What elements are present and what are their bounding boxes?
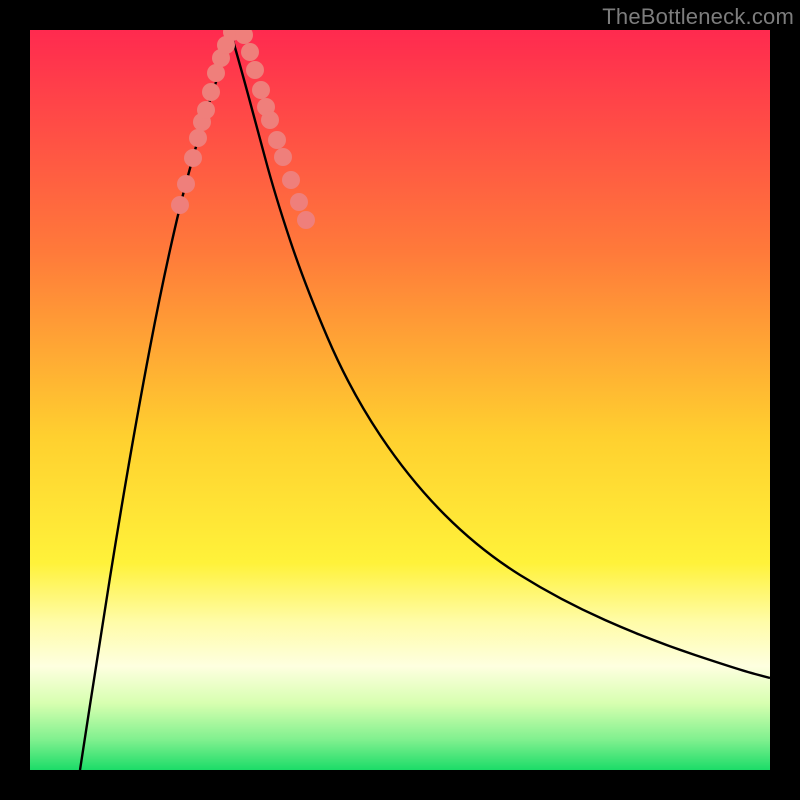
curve-left-branch [80, 30, 230, 770]
watermark-text: TheBottleneck.com [602, 4, 794, 30]
data-marker [282, 171, 300, 189]
figure-frame: TheBottleneck.com [0, 0, 800, 800]
curve-right-branch [230, 30, 770, 678]
data-marker [268, 131, 286, 149]
curves-layer [30, 30, 770, 770]
plot-area [30, 30, 770, 770]
data-marker [297, 211, 315, 229]
data-marker [171, 196, 189, 214]
data-marker [202, 83, 220, 101]
data-marker [177, 175, 195, 193]
data-marker [246, 61, 264, 79]
data-marker [274, 148, 292, 166]
data-marker [261, 111, 279, 129]
data-marker [252, 81, 270, 99]
data-marker [184, 149, 202, 167]
data-marker [290, 193, 308, 211]
data-marker [241, 43, 259, 61]
data-marker [197, 101, 215, 119]
data-marker [235, 30, 253, 44]
marker-group [171, 30, 315, 229]
data-marker [189, 129, 207, 147]
